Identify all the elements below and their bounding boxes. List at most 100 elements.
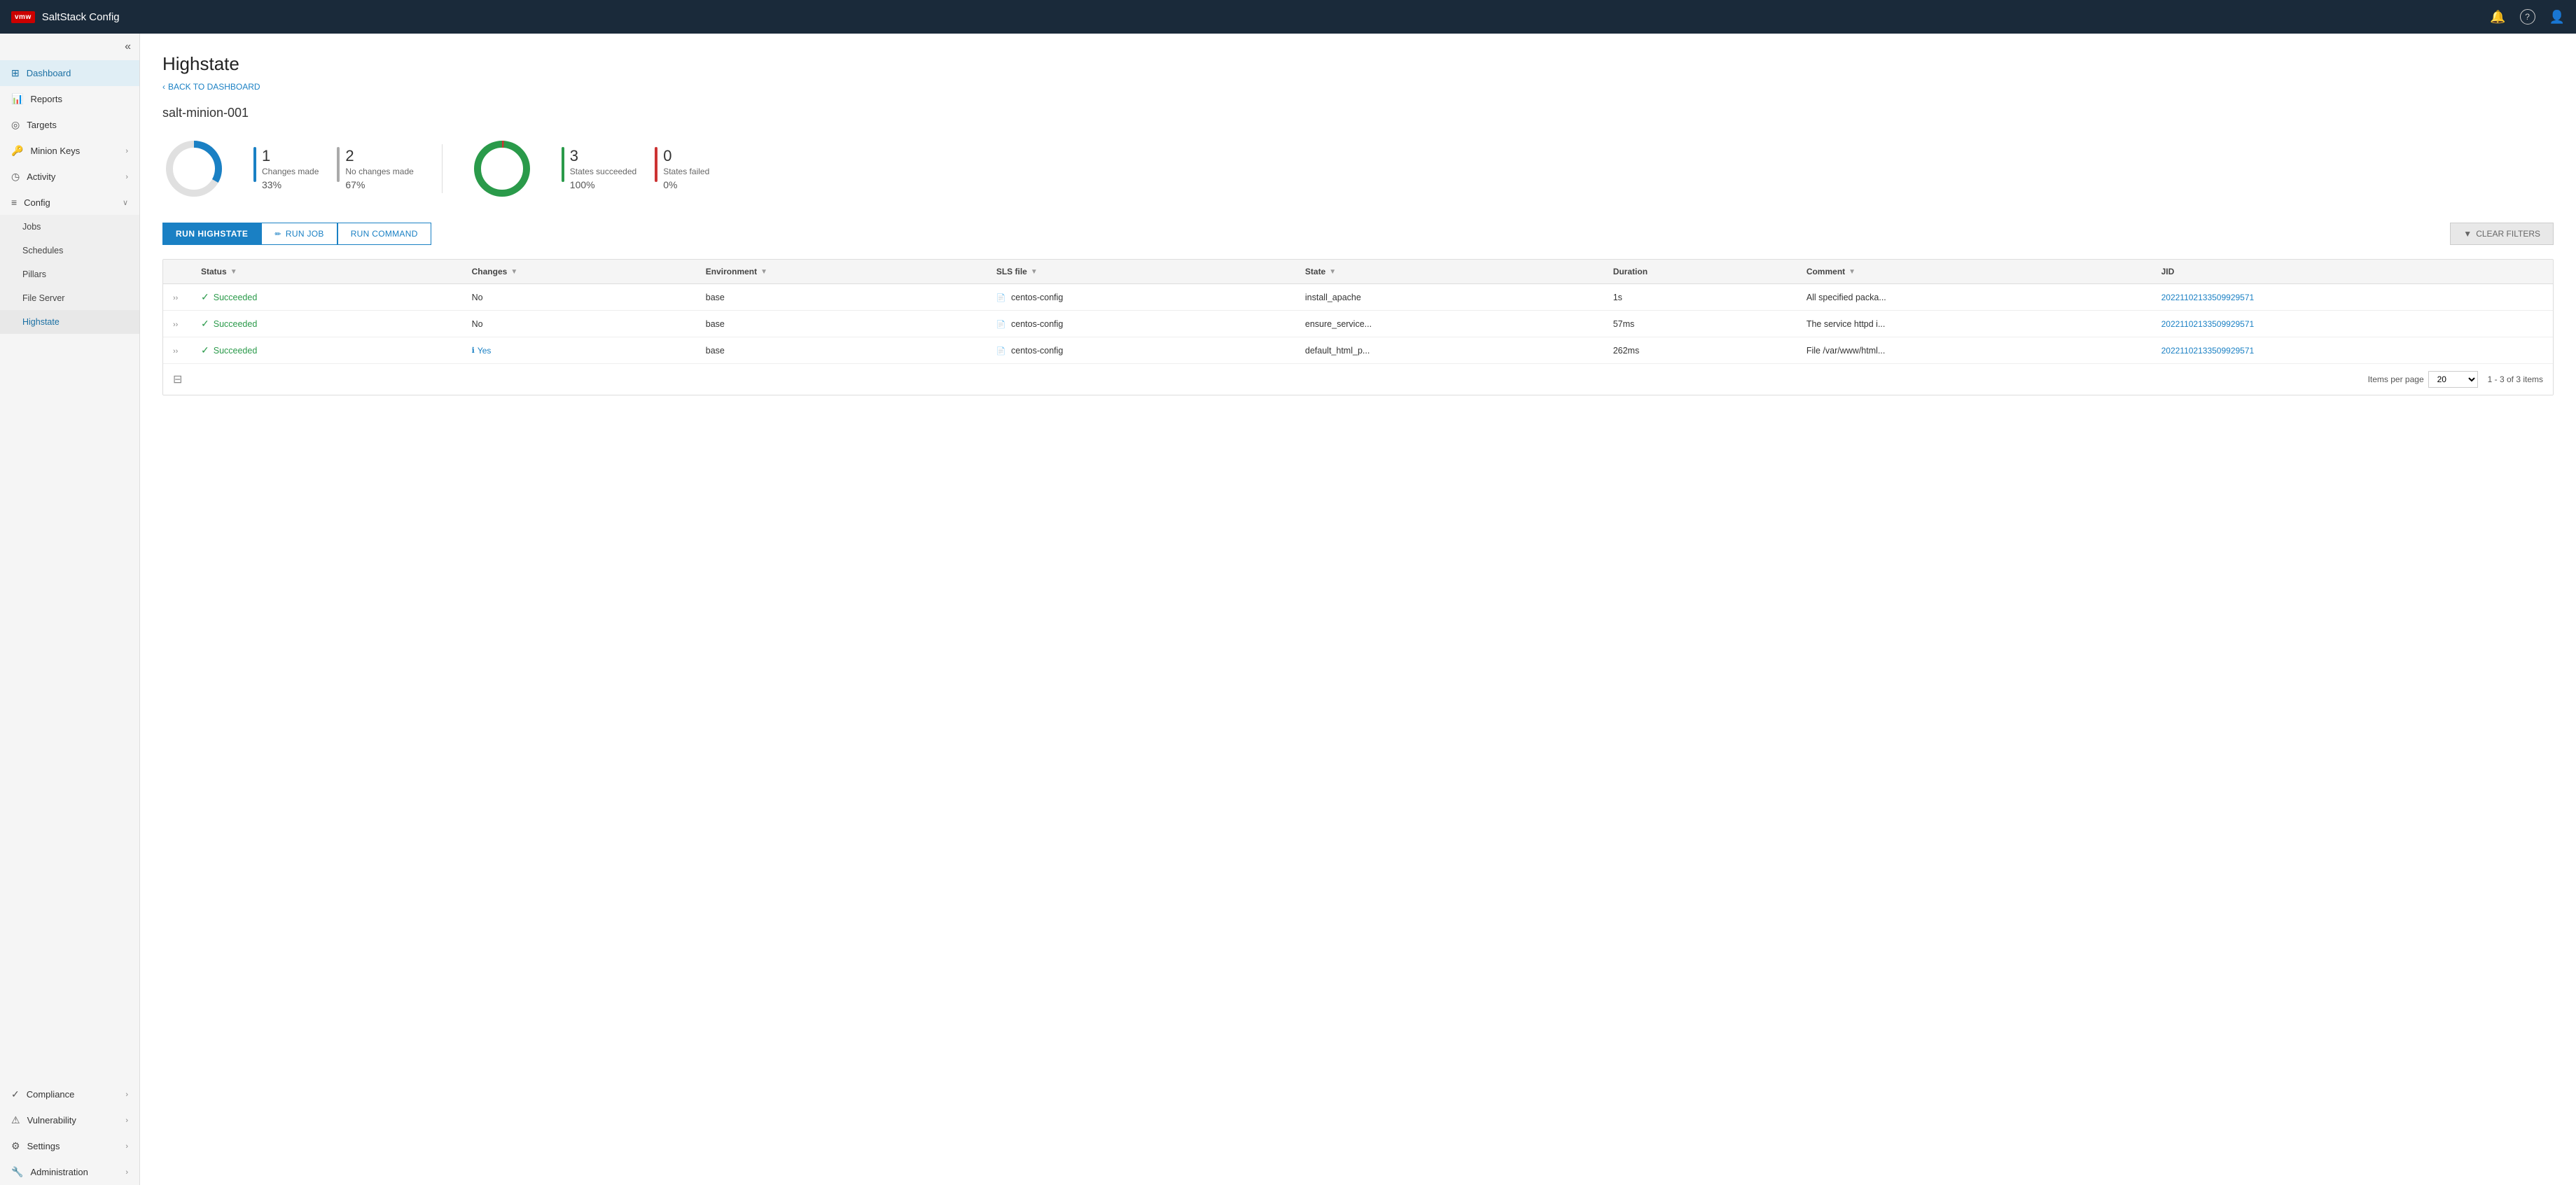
table-body: ›› ✓ Succeeded No base 📄 centos- (163, 284, 2553, 364)
topnav-left: vmw SaltStack Config (11, 11, 120, 23)
failed-bar (655, 147, 657, 182)
sidebar-item-label: Activity (27, 171, 55, 182)
state-cell: default_html_p... (1295, 337, 1603, 364)
action-buttons-left: RUN HIGHSTATE ✏ RUN JOB RUN COMMAND (162, 223, 431, 245)
no-changes-bar (337, 147, 340, 182)
run-command-button[interactable]: RUN COMMAND (337, 223, 431, 245)
run-highstate-button[interactable]: RUN HIGHSTATE (162, 223, 261, 245)
notification-icon[interactable]: 🔔 (2490, 10, 2505, 24)
status-cell: ✓ Succeeded (191, 337, 462, 364)
sidebar-item-jobs[interactable]: Jobs (0, 215, 139, 239)
col-sls-file: SLS file ▼ (987, 260, 1295, 284)
comment-cell: File /var/www/html... (1797, 337, 2152, 364)
items-per-page-label: Items per page (2368, 374, 2424, 384)
sls-file-cell: 📄 centos-config (987, 284, 1295, 311)
chevron-right-icon: › (125, 1091, 128, 1099)
sidebar-item-compliance[interactable]: ✓ Compliance › (0, 1081, 139, 1107)
jid-link[interactable]: 20221102133509929571 (2161, 346, 2255, 356)
app-title: SaltStack Config (42, 11, 120, 23)
jid-link[interactable]: 20221102133509929571 (2161, 293, 2255, 302)
col-changes: Changes ▼ (462, 260, 696, 284)
sidebar-item-file-server[interactable]: File Server (0, 286, 139, 310)
failed-label: States failed (663, 167, 709, 176)
comment-cell: All specified packa... (1797, 284, 2152, 311)
sidebar-item-highstate[interactable]: Highstate (0, 310, 139, 334)
sidebar-item-schedules[interactable]: Schedules (0, 239, 139, 262)
failed-pct: 0% (663, 179, 709, 190)
changes-value: Yes (478, 346, 492, 356)
user-icon[interactable]: 👤 (2549, 10, 2565, 24)
sidebar-item-label: Compliance (27, 1089, 75, 1100)
sidebar-item-activity[interactable]: ◷ Activity › (0, 164, 139, 190)
state-cell: ensure_service... (1295, 311, 1603, 337)
col-status: Status ▼ (191, 260, 462, 284)
state-filter-icon[interactable]: ▼ (1329, 268, 1336, 276)
environment-cell: base (696, 311, 987, 337)
targets-icon: ◎ (11, 119, 20, 131)
changes-stat-group: 1 Changes made 33% 2 No changes made 67% (253, 147, 414, 190)
back-to-dashboard-link[interactable]: ‹ BACK TO DASHBOARD (162, 82, 2554, 92)
jid-cell: 20221102133509929571 (2152, 284, 2553, 311)
environment-cell: base (696, 284, 987, 311)
changes-filter-icon[interactable]: ▼ (510, 268, 517, 276)
sidebar-item-vulnerability[interactable]: ⚠ Vulnerability › (0, 1107, 139, 1133)
duration-header-label: Duration (1613, 267, 1648, 276)
comment-cell: The service httpd i... (1797, 311, 2152, 337)
layout: « ⊞ Dashboard 📊 Reports ◎ Targets 🔑 Mini… (0, 34, 2576, 1185)
sidebar-item-label: Vulnerability (27, 1115, 76, 1126)
table-header: Status ▼ Changes ▼ Envir (163, 260, 2553, 284)
no-changes-pct: 67% (345, 179, 413, 190)
items-per-page-select[interactable]: 20 10 50 100 (2428, 371, 2478, 388)
file-icon: 📄 (996, 347, 1006, 356)
expand-icon[interactable]: ›› (173, 347, 178, 356)
clear-filters-button[interactable]: ▼ CLEAR FILTERS (2450, 223, 2554, 245)
status-value: Succeeded (214, 319, 258, 329)
sls-file-cell: 📄 centos-config (987, 337, 1295, 364)
chevron-left-icon: ‹ (162, 82, 165, 92)
sidebar-item-reports[interactable]: 📊 Reports (0, 86, 139, 112)
file-icon: 📄 (996, 294, 1006, 302)
status-filter-icon[interactable]: ▼ (230, 268, 237, 276)
table-row: ›› ✓ Succeeded No base 📄 centos- (163, 284, 2553, 311)
status-cell: ✓ Succeeded (191, 284, 462, 311)
sidebar-item-minion-keys[interactable]: 🔑 Minion Keys › (0, 138, 139, 164)
sls-filter-icon[interactable]: ▼ (1031, 268, 1038, 276)
sidebar-collapse-button[interactable]: « (0, 34, 139, 60)
sidebar-item-dashboard[interactable]: ⊞ Dashboard (0, 60, 139, 86)
comment-filter-icon[interactable]: ▼ (1849, 268, 1856, 276)
file-icon: 📄 (996, 321, 1006, 329)
sls-file-value: centos-config (1011, 346, 1063, 356)
states-stat-group: 3 States succeeded 100% 0 States failed … (562, 147, 709, 190)
no-changes-count: 2 (345, 147, 413, 165)
run-job-button[interactable]: ✏ RUN JOB (261, 223, 337, 245)
donut-svg-states (471, 137, 534, 200)
sidebar-item-settings[interactable]: ⚙ Settings › (0, 1133, 139, 1159)
pillars-label: Pillars (22, 269, 46, 279)
col-expand (163, 260, 191, 284)
sls-file-cell: 📄 centos-config (987, 311, 1295, 337)
main-content: Highstate ‹ BACK TO DASHBOARD salt-minio… (140, 34, 2576, 1185)
environment-filter-icon[interactable]: ▼ (760, 268, 767, 276)
columns-icon[interactable]: ⊟ (173, 372, 182, 386)
changes-count: 1 (262, 147, 319, 165)
status-succeeded: ✓ Succeeded (201, 344, 452, 356)
col-state: State ▼ (1295, 260, 1603, 284)
sidebar-item-targets[interactable]: ◎ Targets (0, 112, 139, 138)
sidebar-item-config[interactable]: ≡ Config ∨ (0, 190, 139, 215)
duration-cell: 262ms (1603, 337, 1797, 364)
sidebar-item-pillars[interactable]: Pillars (0, 262, 139, 286)
table-row: ›› ✓ Succeeded ℹ Yes (163, 337, 2553, 364)
table-footer-right: Items per page 20 10 50 100 1 - 3 of 3 i… (2368, 371, 2543, 388)
sidebar-item-administration[interactable]: 🔧 Administration › (0, 1159, 139, 1185)
expand-icon[interactable]: ›› (173, 294, 178, 302)
expand-icon[interactable]: ›› (173, 321, 178, 329)
chevron-right-icon: › (125, 1116, 128, 1125)
compliance-icon: ✓ (11, 1088, 20, 1100)
success-icon: ✓ (201, 291, 209, 303)
help-icon[interactable]: ? (2520, 9, 2535, 24)
jid-link[interactable]: 20221102133509929571 (2161, 319, 2255, 329)
action-buttons: RUN HIGHSTATE ✏ RUN JOB RUN COMMAND ▼ CL… (162, 223, 2554, 245)
chevron-right-icon: › (125, 1168, 128, 1177)
col-jid: JID (2152, 260, 2553, 284)
duration-cell: 57ms (1603, 311, 1797, 337)
